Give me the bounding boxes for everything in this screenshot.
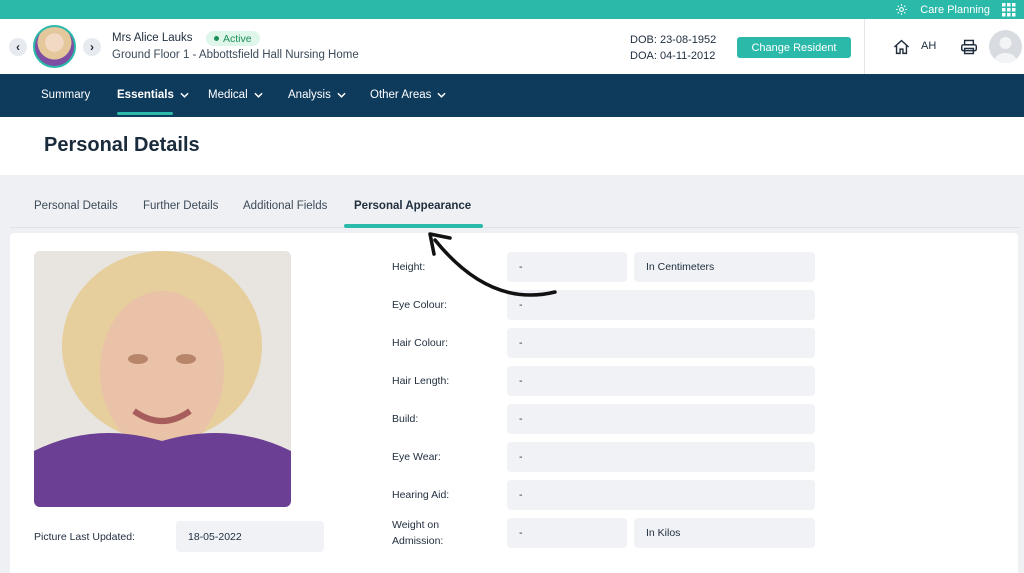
status-label: Active: [223, 32, 252, 45]
eye-wear-label: Eye Wear:: [392, 451, 441, 463]
nav-analysis-label: Analysis: [288, 89, 331, 101]
grid-icon[interactable]: [1002, 2, 1016, 17]
nav-essentials[interactable]: Essentials: [117, 89, 189, 101]
weight-field[interactable]: -: [507, 518, 627, 548]
resident-header: ‹ › Mrs Alice Lauks Active Ground Floor …: [0, 19, 1024, 74]
weight-label-line2: Admission:: [392, 535, 444, 547]
nav-essentials-label: Essentials: [117, 89, 174, 101]
tab-personal-details[interactable]: Personal Details: [34, 200, 118, 212]
weight-label: Weight on Admission:: [392, 517, 443, 549]
hearing-aid-label: Hearing Aid:: [392, 489, 450, 501]
chevron-left-icon: ‹: [16, 40, 20, 54]
nav-other-areas[interactable]: Other Areas: [370, 89, 446, 101]
nav-analysis[interactable]: Analysis: [288, 89, 346, 101]
main-nav: Summary Essentials Medical Analysis Othe…: [0, 74, 1024, 117]
annotation-arrow-icon: [428, 232, 557, 297]
previous-resident-button[interactable]: ‹: [9, 38, 27, 56]
page-title-bar: Personal Details: [0, 117, 1024, 175]
weight-label-line1: Weight on: [392, 519, 440, 531]
chevron-down-icon: [337, 92, 346, 98]
user-avatar[interactable]: [989, 30, 1022, 63]
tab-personal-appearance[interactable]: Personal Appearance: [354, 200, 471, 212]
weight-unit-select[interactable]: In Kilos: [634, 518, 815, 548]
eye-wear-field[interactable]: -: [507, 442, 815, 472]
dob-text: DOB: 23-08-1952: [630, 34, 717, 46]
hearing-aid-field[interactable]: -: [507, 480, 815, 510]
hair-length-label: Hair Length:: [392, 375, 450, 387]
build-field[interactable]: -: [507, 404, 815, 434]
nav-summary[interactable]: Summary: [41, 89, 90, 101]
doa-text: DOA: 04-11-2012: [630, 50, 716, 62]
picture-updated-label: Picture Last Updated:: [34, 531, 135, 543]
gear-icon[interactable]: [895, 3, 908, 16]
picture-updated-value: 18-05-2022: [176, 521, 324, 552]
tab-further-details[interactable]: Further Details: [143, 200, 218, 212]
app-label[interactable]: Care Planning: [920, 4, 990, 16]
status-dot-icon: [214, 36, 219, 41]
page-title: Personal Details: [44, 134, 200, 156]
resident-portrait-image: [34, 251, 291, 507]
build-label: Build:: [392, 413, 419, 425]
resident-photo[interactable]: [34, 251, 291, 507]
nav-medical[interactable]: Medical: [208, 89, 263, 101]
resident-name: Mrs Alice Lauks: [112, 32, 193, 44]
nav-other-areas-label: Other Areas: [370, 89, 432, 101]
header-divider: [864, 19, 865, 74]
user-silhouette-icon: [994, 37, 1017, 63]
resident-avatar: [33, 25, 76, 68]
sub-tabs: Personal Details Further Details Additio…: [10, 190, 1020, 228]
chevron-down-icon: [437, 92, 446, 98]
home-icon[interactable]: [893, 39, 910, 55]
chevron-right-icon: ›: [90, 40, 94, 54]
height-unit-select[interactable]: In Centimeters: [634, 252, 815, 282]
next-resident-button[interactable]: ›: [83, 38, 101, 56]
nav-summary-label: Summary: [41, 89, 91, 101]
change-resident-button[interactable]: Change Resident: [737, 37, 851, 58]
status-badge: Active: [206, 31, 260, 46]
hair-length-field[interactable]: -: [507, 366, 815, 396]
tab-additional-fields[interactable]: Additional Fields: [243, 200, 327, 212]
resident-dates: DOB: 23-08-1952 DOA: 04-11-2012: [630, 32, 716, 64]
resident-location: Ground Floor 1 - Abbottsfield Hall Nursi…: [112, 49, 359, 61]
hair-colour-field[interactable]: -: [507, 328, 815, 358]
nav-medical-label: Medical: [208, 89, 248, 101]
hair-colour-label: Hair Colour:: [392, 337, 449, 349]
chevron-down-icon: [254, 92, 263, 98]
chevron-down-icon: [180, 92, 189, 98]
user-initials[interactable]: AH: [921, 40, 936, 52]
printer-icon[interactable]: [960, 39, 978, 55]
nav-active-indicator: [117, 112, 173, 115]
top-strip: Care Planning: [0, 0, 1024, 19]
